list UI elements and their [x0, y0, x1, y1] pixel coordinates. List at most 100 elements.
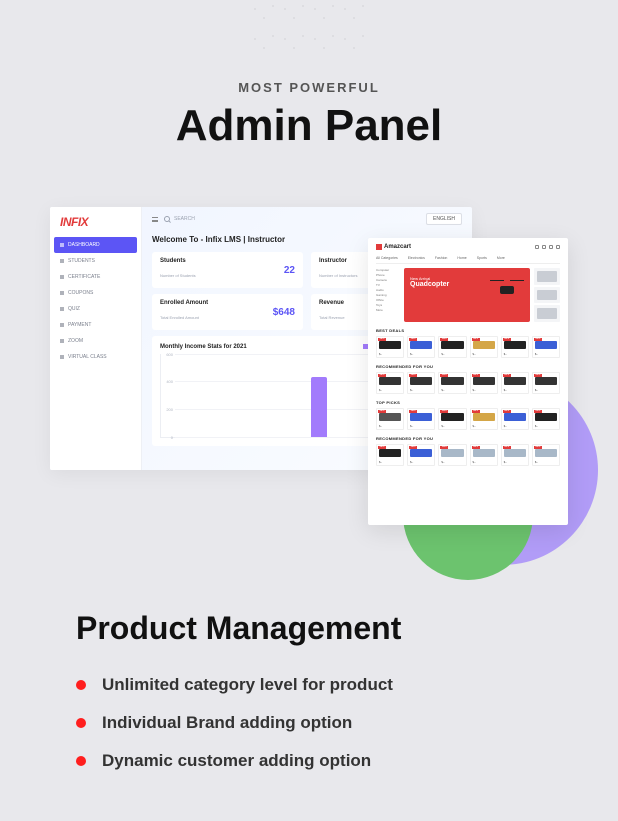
product-card: SALE$-- — [501, 372, 529, 394]
product-card: SALE$-- — [376, 372, 404, 394]
product-price: $-- — [410, 461, 432, 464]
feature-text: Unlimited category level for product — [102, 675, 393, 695]
product-image — [441, 449, 463, 457]
section-heading: BEST DEALS — [376, 328, 560, 333]
product-price: $-- — [379, 389, 401, 392]
sidebar-item-zoom: ZOOM — [50, 333, 141, 349]
stat-label: Students — [160, 258, 196, 264]
product-image — [535, 341, 557, 349]
nav-icon — [60, 275, 64, 279]
product-management-section: Product Management Unlimited category le… — [76, 610, 542, 789]
stat-label: Instructor — [319, 258, 357, 264]
product-image — [410, 413, 432, 421]
ecom-side-nav: ComputerPhoneCameraTVAudioGamingOfficeTo… — [376, 268, 400, 322]
product-image — [504, 449, 526, 457]
product-card: SALE$-- — [470, 372, 498, 394]
stat-label: Revenue — [319, 300, 345, 306]
product-price: $-- — [441, 425, 463, 428]
product-image — [379, 449, 401, 457]
nav-icon — [60, 291, 64, 295]
product-price: $-- — [504, 389, 526, 392]
product-card: SALE$-- — [438, 372, 466, 394]
product-price: $-- — [473, 425, 495, 428]
feature-text: Individual Brand adding option — [102, 713, 352, 733]
product-price: $-- — [379, 425, 401, 428]
ecom-cat-item: More — [497, 256, 505, 260]
sidebar-item-virtual-class: VIRTUAL CLASS — [50, 349, 141, 365]
ecom-section-bestdeals: BEST DEALS SALE$--SALE$--SALE$--SALE$--S… — [376, 328, 560, 358]
bullet-icon — [76, 680, 86, 690]
product-image — [473, 341, 495, 349]
product-card: SALE$-- — [438, 336, 466, 358]
nav-icon — [60, 355, 64, 359]
nav-icon — [60, 259, 64, 263]
product-image — [504, 377, 526, 385]
bullet-icon — [76, 756, 86, 766]
product-card: SALE$-- — [407, 336, 435, 358]
ecommerce-screenshot: Amazcart All CategoriesElectronicsFashio… — [368, 238, 568, 525]
feature-text: Dynamic customer adding option — [102, 751, 371, 771]
product-image — [379, 341, 401, 349]
product-price: $-- — [379, 461, 401, 464]
ecom-cat-item: All Categories — [376, 256, 398, 260]
sidebar-item-payment: PAYMENT — [50, 317, 141, 333]
stat-value: $648 — [273, 307, 295, 318]
nav-icon — [60, 323, 64, 327]
product-price: $-- — [473, 461, 495, 464]
product-card: SALE$-- — [407, 444, 435, 466]
ecom-banner: New ArrivalQuadcopter — [404, 268, 530, 322]
bullet-icon — [76, 718, 86, 728]
product-image — [504, 413, 526, 421]
ecom-logo: Amazcart — [376, 244, 411, 250]
stat-value: 22 — [284, 265, 295, 276]
stat-sub: Number of Students — [160, 273, 196, 278]
banner-title: Quadcopter — [410, 281, 449, 288]
dashboard-logo: INFIX — [50, 207, 141, 237]
y-tick: 200 — [161, 407, 173, 412]
pm-title: Product Management — [76, 610, 542, 647]
sidebar-item-students: STUDENTS — [50, 253, 141, 269]
ecom-thumb-list — [534, 268, 560, 322]
sidebar-item-certificate: CERTIFICATE — [50, 269, 141, 285]
product-card: SALE$-- — [501, 336, 529, 358]
section-heading: RECOMMENDED FOR YOU — [376, 436, 560, 441]
feature-list: Unlimited category level for product Indi… — [76, 675, 542, 771]
product-card: SALE$-- — [532, 372, 560, 394]
ecom-sidenav-item: More — [376, 308, 400, 313]
nav-label: CERTIFICATE — [68, 274, 100, 280]
stat-label: Enrolled Amount — [160, 300, 208, 306]
product-price: $-- — [379, 353, 401, 356]
search-input: SEARCH — [164, 216, 420, 222]
sidebar-item-quiz: QUIZ — [50, 301, 141, 317]
product-price: $-- — [504, 353, 526, 356]
nav-label: COUPONS — [68, 290, 93, 296]
stat-students: Students Number of Students 22 — [152, 252, 303, 288]
product-price: $-- — [441, 389, 463, 392]
product-card: SALE$-- — [376, 408, 404, 430]
sidebar-item-coupons: COUPONS — [50, 285, 141, 301]
ecom-category-bar: All CategoriesElectronicsFashionHomeSpor… — [376, 254, 560, 264]
feature-item: Unlimited category level for product — [76, 675, 542, 695]
nav-label: STUDENTS — [68, 258, 95, 264]
chart-bar-aug — [311, 377, 327, 437]
product-image — [473, 377, 495, 385]
product-image — [379, 377, 401, 385]
product-card: SALE$-- — [376, 336, 404, 358]
nav-label: VIRTUAL CLASS — [68, 354, 107, 360]
product-image — [441, 341, 463, 349]
decorative-pattern — [249, 0, 369, 50]
product-card: SALE$-- — [532, 408, 560, 430]
product-price: $-- — [504, 461, 526, 464]
y-tick: 0 — [161, 435, 173, 440]
product-price: $-- — [441, 353, 463, 356]
product-image — [410, 341, 432, 349]
ecom-cat-item: Electronics — [408, 256, 425, 260]
product-card: SALE$-- — [438, 444, 466, 466]
stat-enrolled: Enrolled Amount Total Enrolled Amount $6… — [152, 294, 303, 330]
nav-label: QUIZ — [68, 306, 80, 312]
product-price: $-- — [535, 353, 557, 356]
product-card: SALE$-- — [470, 444, 498, 466]
search-icon — [164, 216, 170, 222]
ecom-section-recommended2: RECOMMENDED FOR YOU SALE$--SALE$--SALE$-… — [376, 436, 560, 466]
product-card: SALE$-- — [532, 444, 560, 466]
